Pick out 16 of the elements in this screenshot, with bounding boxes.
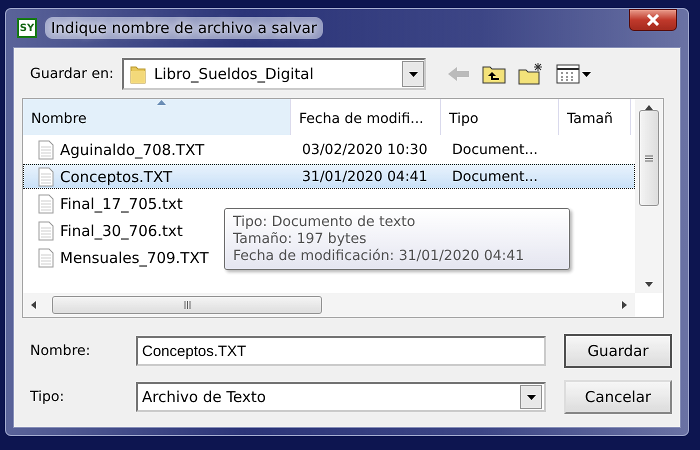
- tooltip-line: Fecha de modificación: 31/01/2020 04:41: [233, 248, 526, 264]
- file-name: Mensuales_709.TXT: [60, 248, 209, 266]
- tooltip-line: Tipo: Documento de texto: [233, 214, 416, 230]
- file-name: Final_30_706.txt: [60, 222, 183, 240]
- tooltip-line: Tamaño: 197 bytes: [233, 231, 368, 247]
- location-label: Guardar en:: [30, 66, 114, 82]
- file-name: Conceptos.TXT: [60, 168, 172, 186]
- file-name: Final_17_705.txt: [60, 194, 183, 212]
- file-type: Document...: [451, 142, 539, 158]
- filetype-label: Tipo:: [30, 389, 66, 405]
- file-type: Document...: [451, 168, 539, 184]
- file-date: 31/01/2020 04:41: [301, 168, 428, 184]
- file-name: Aguinaldo_708.TXT: [60, 140, 204, 158]
- filename-label: Nombre:: [30, 343, 92, 359]
- file-date: 03/02/2020 10:30: [301, 142, 428, 158]
- app-logo: SY: [17, 18, 37, 38]
